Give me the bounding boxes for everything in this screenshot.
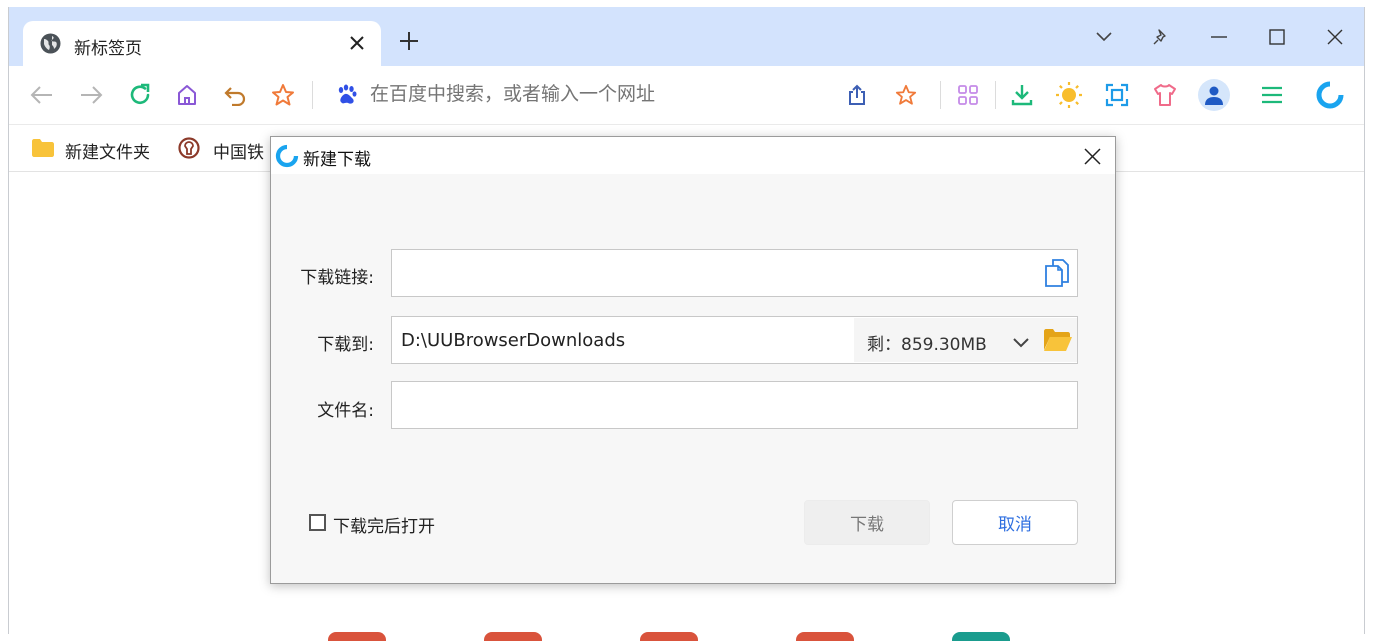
quick-link-tile[interactable] <box>640 632 698 641</box>
share-icon[interactable] <box>842 80 872 110</box>
chevron-down-icon[interactable] <box>1012 334 1030 353</box>
pin-icon[interactable] <box>1148 24 1174 50</box>
tab-new-tab[interactable]: 新标签页 <box>23 21 381 66</box>
toolbar <box>9 66 1364 124</box>
download-button[interactable]: 下载 <box>804 500 930 545</box>
free-space-area: 剩：859.30MB <box>854 318 1077 362</box>
new-tab-icon[interactable] <box>398 30 420 52</box>
open-folder-icon[interactable] <box>1043 328 1073 356</box>
filename-input[interactable] <box>391 381 1078 429</box>
download-link-label: 下载链接: <box>300 268 374 288</box>
uu-browser-logo-icon <box>275 144 299 168</box>
save-to-path: D:\UUBrowserDownloads <box>401 330 626 351</box>
quick-link-tile[interactable] <box>484 632 542 641</box>
window-close-icon[interactable] <box>1322 24 1348 50</box>
refresh-icon[interactable] <box>125 80 155 110</box>
address-bar-input[interactable] <box>370 83 820 105</box>
toolbar-divider <box>940 81 941 109</box>
skin-shirt-icon[interactable] <box>1150 80 1180 110</box>
dialog-header: 新建下载 <box>271 137 1115 174</box>
quick-link-tile[interactable] <box>796 632 854 641</box>
weather-sun-icon[interactable] <box>1054 80 1084 110</box>
toolbar-divider <box>995 81 996 109</box>
title-bar: 新标签页 <box>9 7 1364 66</box>
uu-browser-logo-icon[interactable] <box>1315 80 1345 110</box>
bookmark-railway[interactable]: 中国铁 <box>213 138 264 163</box>
forward-arrow-icon[interactable] <box>76 80 106 110</box>
free-space-text: 剩：859.30MB <box>867 335 987 355</box>
apps-grid-icon[interactable] <box>953 80 983 110</box>
undo-icon[interactable] <box>220 80 250 110</box>
baidu-search-icon[interactable] <box>332 80 362 110</box>
new-download-dialog: 新建下载 下载链接: 下载到: D:\UUBrowserDownloads 剩：… <box>270 136 1116 584</box>
quick-link-tile[interactable] <box>328 632 386 641</box>
save-to-label: 下载到: <box>317 335 374 355</box>
back-arrow-icon[interactable] <box>27 80 57 110</box>
folder-icon <box>32 139 54 161</box>
user-avatar-icon[interactable] <box>1198 79 1230 111</box>
menu-icon[interactable] <box>1257 80 1287 110</box>
favorite-star-icon[interactable] <box>268 80 298 110</box>
bookmark-star-icon[interactable] <box>891 80 921 110</box>
bookmark-folder-new[interactable]: 新建文件夹 <box>65 138 150 163</box>
download-icon[interactable] <box>1007 80 1037 110</box>
dialog-close-icon[interactable] <box>1079 143 1105 169</box>
cancel-button[interactable]: 取消 <box>952 500 1078 545</box>
home-icon[interactable] <box>172 80 202 110</box>
download-link-input[interactable] <box>391 249 1078 297</box>
screenshot-icon[interactable] <box>1102 80 1132 110</box>
filename-label: 文件名: <box>317 401 374 421</box>
minimize-icon[interactable] <box>1206 24 1232 50</box>
open-after-download-checkbox[interactable] <box>309 514 326 531</box>
save-to-input[interactable]: D:\UUBrowserDownloads 剩：859.30MB <box>391 316 1078 364</box>
paste-clipboard-icon[interactable] <box>1044 258 1070 292</box>
toolbar-divider <box>312 81 313 109</box>
quick-link-tile[interactable] <box>952 632 1010 641</box>
dialog-title: 新建下载 <box>303 150 371 170</box>
tab-title: 新标签页 <box>74 39 142 59</box>
open-after-download-label[interactable]: 下载完后打开 <box>333 512 435 537</box>
globe-icon <box>40 33 61 54</box>
railway-logo-icon <box>178 137 200 163</box>
tab-close-icon[interactable] <box>345 31 369 55</box>
maximize-icon[interactable] <box>1264 24 1290 50</box>
tab-list-chevron-icon[interactable] <box>1091 24 1117 50</box>
